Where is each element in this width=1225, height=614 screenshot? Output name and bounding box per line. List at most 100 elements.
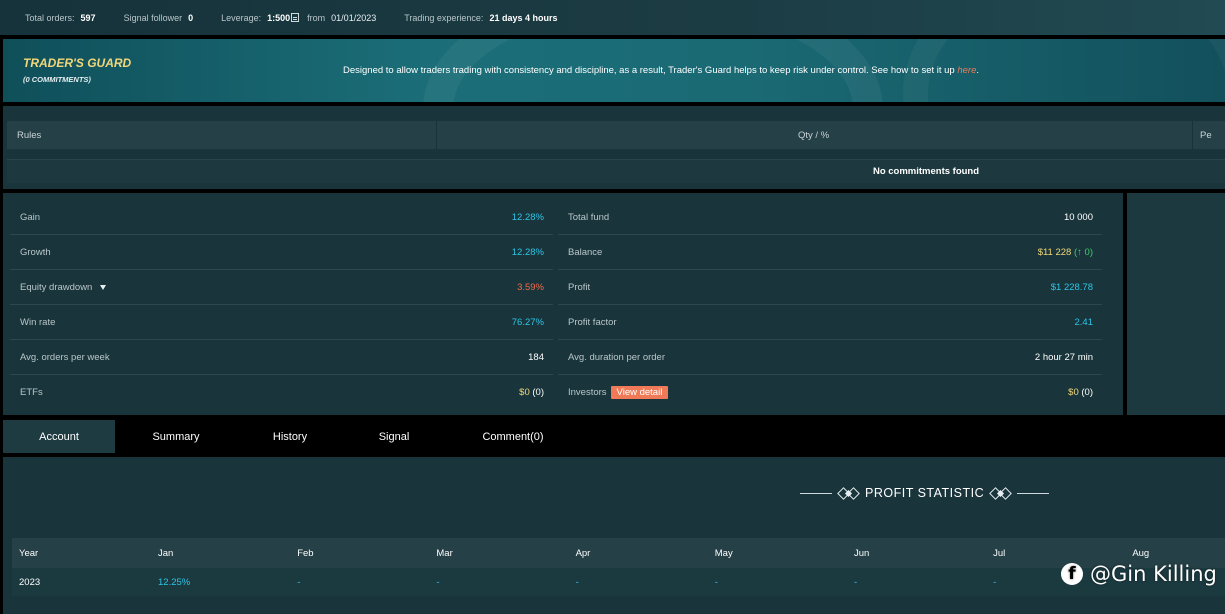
stat-label: Avg. duration per order [568, 351, 665, 363]
etfs-count: (0) [532, 387, 544, 398]
profit-value: $1 228.78 [1050, 281, 1093, 293]
stat-label: ETFs [20, 387, 43, 398]
stat-label: Growth [20, 246, 51, 258]
description-period: . [976, 65, 980, 76]
row-year: 2023 [19, 576, 41, 588]
diamond-ornament-icon [989, 486, 1012, 500]
stat-row-profit-factor: Profit factor 2.41 [558, 305, 1102, 340]
traders-guard-banner: TRADER'S GUARD (0 COMMITMENTS) Designed … [3, 39, 1225, 102]
balance-value: $11 228 [1037, 246, 1072, 258]
gain-value: 12.28% [511, 211, 544, 223]
column-rules: Rules [17, 130, 42, 141]
traders-guard-title: TRADER'S GUARD [23, 56, 132, 70]
tab-history[interactable]: History [237, 420, 343, 453]
stat-label: Avg. orders per week [20, 351, 110, 363]
setup-here-link[interactable]: here [957, 65, 976, 76]
column-qty-percent: Qty / % [798, 130, 830, 141]
stat-row-gain: Gain 12.28% [10, 200, 553, 235]
commitments-count: (0 COMMITMENTS) [23, 75, 91, 84]
stat-row-growth: Growth 12.28% [10, 235, 553, 270]
col-month: Aug [1132, 547, 1150, 559]
tab-summary[interactable]: Summary [115, 420, 237, 453]
diamond-ornament-icon [837, 486, 860, 500]
signal-follower-label: Signal follower [123, 12, 183, 23]
stats-side-panel [1127, 193, 1225, 415]
watermark-text: @Gin Killing [1090, 562, 1217, 586]
view-detail-button[interactable]: View detail [610, 386, 669, 399]
col-month: Feb [297, 547, 314, 559]
stat-row-win-rate: Win rate 76.27% [10, 305, 553, 340]
col-month: Jun [853, 547, 870, 559]
heading-line [800, 492, 832, 494]
month-value: - [436, 576, 440, 588]
commitments-table: Rules Qty / % Pe No commitments found [3, 106, 1225, 189]
investors-value-group: $0 (0) [1068, 387, 1093, 398]
avg-duration-value: 2 hour 27 min [1034, 351, 1093, 363]
no-commitments-message: No commitments found [7, 159, 1225, 183]
profit-statistic-table: Year Jan Feb Mar Apr May Jun Jul Aug 202… [12, 538, 1225, 596]
equity-drawdown-value: 3.59% [517, 281, 544, 293]
month-value: - [297, 576, 301, 588]
tab-signal[interactable]: Signal [343, 420, 445, 453]
investors-value: $0 [1068, 387, 1079, 398]
watermark: f @Gin Killing [1061, 562, 1217, 586]
document-icon[interactable] [291, 13, 300, 22]
from-date-value: 01/01/2023 [331, 12, 377, 23]
description-text: Designed to allow traders trading with c… [343, 65, 955, 76]
tab-comment[interactable]: Comment(0) [445, 420, 581, 453]
stat-label: Balance [568, 246, 603, 258]
profit-factor-value: 2.41 [1074, 316, 1094, 328]
equity-drawdown-dropdown[interactable]: Equity drawdown [20, 281, 107, 293]
balance-value-group: $11 228 (↑ 0) [1038, 247, 1093, 258]
etfs-value: $0 [519, 387, 530, 398]
arrow-up-icon: ↑ [1077, 246, 1082, 258]
stat-label: Equity drawdown [20, 281, 93, 293]
facebook-icon: f [1061, 563, 1083, 585]
win-rate-value: 76.27% [511, 316, 544, 328]
signal-follower-value: 0 [188, 12, 194, 23]
stat-label: Total fund [568, 211, 610, 223]
profit-statistic-heading: PROFIT STATISTIC [800, 486, 1050, 500]
total-orders-label: Total orders: [25, 12, 75, 23]
col-month: May [714, 547, 733, 559]
trading-experience-label: Trading experience: [404, 12, 484, 23]
stat-label: Gain [20, 211, 41, 223]
balance-change-close: ) [1089, 246, 1093, 258]
total-fund-value: 10 000 [1063, 211, 1093, 223]
month-value: - [575, 576, 579, 588]
leverage-value: 1:500 [267, 12, 291, 23]
col-month: Jan [158, 547, 174, 559]
profit-table-header: Year Jan Feb Mar Apr May Jun Jul Aug [12, 538, 1225, 568]
account-summary-bar: Total orders: 597 Signal follower 0 Leve… [0, 0, 1225, 35]
investors-count: (0) [1081, 387, 1093, 398]
stat-row-avg-duration: Avg. duration per order 2 hour 27 min [558, 340, 1102, 375]
col-month: Jul [993, 547, 1006, 559]
table-row: 2023 12.25% - - - - - - [12, 568, 1225, 596]
column-divider [1192, 121, 1193, 149]
stat-row-etfs: ETFs $0 (0) [10, 375, 553, 410]
stat-row-avg-orders: Avg. orders per week 184 [10, 340, 553, 375]
month-value: 12.25% [158, 576, 191, 588]
col-month: Mar [436, 547, 453, 559]
investors-label-group: Investors View detail [568, 386, 669, 399]
account-stats-panel: Gain 12.28% Growth 12.28% Equity drawdow… [3, 193, 1123, 415]
caret-down-icon[interactable] [100, 284, 107, 290]
etfs-value-group: $0 (0) [519, 387, 544, 398]
stat-label: Profit factor [568, 316, 617, 328]
total-orders-value: 597 [80, 12, 96, 23]
from-label: from [307, 12, 326, 23]
leverage-label: Leverage: [221, 12, 262, 23]
stat-row-investors: Investors View detail $0 (0) [558, 375, 1102, 410]
trading-experience-value: 21 days 4 hours [489, 12, 558, 23]
stat-row-equity-drawdown[interactable]: Equity drawdown 3.59% [10, 270, 553, 305]
profit-statistic-title: PROFIT STATISTIC [865, 486, 985, 500]
column-divider [436, 121, 437, 149]
month-value: - [853, 576, 858, 588]
commitments-table-header: Rules Qty / % Pe [7, 121, 1225, 149]
tab-account[interactable]: Account [3, 420, 115, 453]
account-tabs: Account Summary History Signal Comment(0… [3, 420, 1225, 453]
stat-row-profit: Profit $1 228.78 [558, 270, 1102, 305]
growth-value: 12.28% [511, 246, 544, 258]
month-value: - [714, 576, 718, 588]
col-month: Apr [575, 547, 591, 559]
